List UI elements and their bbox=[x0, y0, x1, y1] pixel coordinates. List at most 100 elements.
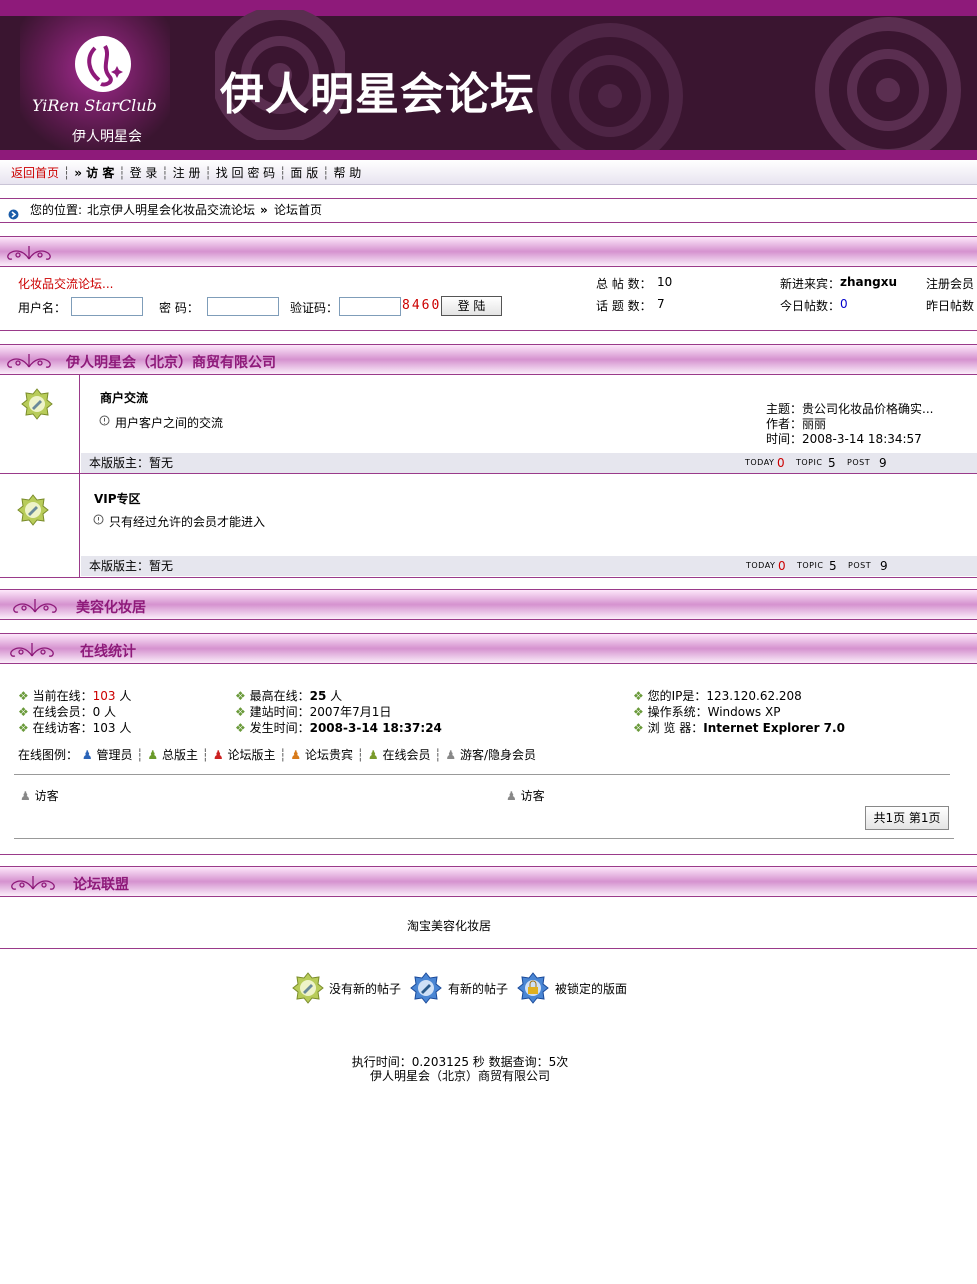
divider bbox=[0, 330, 977, 331]
board-icon-cell bbox=[0, 375, 80, 473]
nav-recover-password-link[interactable]: 找 回 密 码 bbox=[216, 160, 275, 186]
breadcrumb-forum-link[interactable]: 北京伊人明星会化妆品交流论坛 bbox=[87, 199, 255, 222]
legend-new-posts: 有新的帖子 bbox=[448, 982, 509, 996]
nav-help-link[interactable]: 帮 助 bbox=[333, 160, 361, 186]
bullet-icon: ❖ bbox=[633, 689, 644, 703]
board-description: 用户客户之间的交流 bbox=[115, 416, 224, 430]
legend-separator: ┆ bbox=[434, 748, 442, 762]
new-posts-icon bbox=[410, 972, 442, 1004]
guest-icon: ♟ bbox=[445, 748, 457, 762]
beauty-section-title[interactable]: 美容化妆居 bbox=[76, 597, 146, 617]
nav-login-link[interactable]: 登 录 bbox=[130, 160, 158, 186]
topic-label: TOPIC bbox=[797, 561, 824, 570]
info-icon bbox=[93, 514, 104, 528]
category-title[interactable]: 伊人明星会（北京）商贸有限公司 bbox=[66, 352, 276, 372]
topics-label: 话 题 数： bbox=[596, 299, 652, 313]
stat-value: 123.120.62.208 bbox=[706, 689, 802, 703]
nav-separator: ┆ bbox=[322, 166, 330, 180]
site-title: 伊人明星会论坛 bbox=[220, 69, 535, 120]
board-moderator: 本版版主：暂无 bbox=[89, 559, 174, 573]
username-input[interactable] bbox=[71, 297, 143, 316]
legend-label: 在线图例： bbox=[18, 748, 79, 762]
forum-tagline: 化妆品交流论坛... bbox=[18, 277, 114, 291]
ornament-icon bbox=[7, 354, 51, 368]
board-title-link[interactable]: VIP专区 bbox=[94, 490, 141, 507]
forum-board-row: VIP专区 只有经过允许的会员才能进入 本版版主：暂无 TODAY 0 TOPI… bbox=[0, 474, 977, 578]
logo[interactable]: YiRen StarClub 伊人明星会 bbox=[20, 16, 170, 150]
online-user-item[interactable]: ♟ 访客 bbox=[506, 787, 545, 804]
stat-founded: ❖ 建站时间：2007年7月1日 bbox=[235, 703, 391, 720]
stat-value: 103 人 bbox=[92, 721, 132, 735]
password-label: 密 码： bbox=[159, 301, 199, 315]
today-posts-value: 0 bbox=[840, 297, 848, 311]
super-moderator-icon: ♟ bbox=[147, 748, 159, 762]
stat-unit: 人 bbox=[115, 689, 132, 703]
post-label: POST bbox=[848, 561, 872, 570]
online-legend: 在线图例： ♟ 管理员 ┆ ♟ 总版主 ┆ ♟ 论坛版主 ┆ ♟ 论坛贵宾 ┆ … bbox=[18, 746, 536, 763]
stat-value: 0 人 bbox=[92, 705, 117, 719]
newest-member-link[interactable]: zhangxu bbox=[840, 275, 897, 289]
guest-icon: ♟ bbox=[20, 789, 31, 803]
topic-count: 5 bbox=[828, 456, 836, 470]
post-label: POST bbox=[847, 458, 871, 467]
today-posts-label: 今日帖数： bbox=[780, 299, 841, 313]
stat-unit: 人 bbox=[326, 689, 343, 703]
board-title-link[interactable]: 商户交流 bbox=[100, 389, 148, 406]
ornament-icon bbox=[10, 643, 54, 657]
stat-label: 操作系统： bbox=[647, 705, 708, 719]
alliance-title: 论坛联盟 bbox=[73, 877, 129, 893]
captcha-label: 验证码： bbox=[290, 301, 339, 315]
board-icon-cell bbox=[0, 474, 80, 577]
stat-value: 2008-3-14 18:37:24 bbox=[309, 721, 442, 735]
banner-circle-decoration bbox=[815, 17, 961, 150]
no-new-posts-icon bbox=[21, 388, 53, 420]
topic-label: TOPIC bbox=[796, 458, 823, 467]
password-input[interactable] bbox=[207, 297, 279, 316]
legend-separator: ┆ bbox=[279, 748, 287, 762]
legend-no-new-posts: 没有新的帖子 bbox=[329, 982, 402, 996]
nav-home-link[interactable]: 返回首页 bbox=[11, 160, 59, 186]
stat-value: 2007年7月1日 bbox=[309, 705, 392, 719]
stat-label: 建站时间： bbox=[249, 705, 310, 719]
today-label: TODAY bbox=[746, 561, 776, 570]
no-new-posts-icon bbox=[17, 494, 49, 526]
bullet-icon: ❖ bbox=[235, 689, 246, 703]
board-moderator: 本版版主：暂无 bbox=[89, 456, 174, 470]
legend-vip: 论坛贵宾 bbox=[304, 748, 353, 762]
logo-chinese-text: 伊人明星会 bbox=[72, 129, 142, 145]
stat-label: 当前在线： bbox=[32, 689, 93, 703]
pager[interactable]: 共1页 第1页 bbox=[865, 806, 949, 830]
logo-script-text: YiRen StarClub bbox=[32, 96, 157, 115]
legend-separator: ┆ bbox=[136, 748, 144, 762]
total-posts-label: 总 帖 数： bbox=[596, 277, 652, 291]
divider bbox=[14, 774, 950, 775]
online-user-item[interactable]: ♟ 访客 bbox=[20, 787, 59, 804]
stat-ip: ❖ 您的IP是：123.120.62.208 bbox=[633, 687, 802, 704]
post-count: 9 bbox=[879, 456, 887, 470]
bullet-icon: ❖ bbox=[633, 721, 644, 735]
stat-label: 在线访客： bbox=[32, 721, 93, 735]
login-section-header bbox=[0, 236, 977, 267]
stat-os: ❖ 操作系统：Windows XP bbox=[633, 703, 780, 720]
nav-register-link[interactable]: 注 册 bbox=[173, 160, 201, 186]
stat-current-online: ❖ 当前在线：103 人 bbox=[18, 687, 131, 704]
online-stats-header: 在线统计 bbox=[0, 633, 977, 664]
nav-separator: ┆ bbox=[63, 166, 71, 180]
online-stats-title: 在线统计 bbox=[80, 644, 136, 660]
nav-separator: ┆ bbox=[204, 166, 212, 180]
topics-value: 7 bbox=[657, 297, 665, 311]
yesterday-posts-label: 昨日帖数 bbox=[926, 299, 975, 313]
forum-board-row: 商户交流 用户客户之间的交流 主题：贵公司化妆品价格确实... 作者：丽丽 时间… bbox=[0, 375, 977, 474]
registered-members-label: 注册会员 bbox=[926, 277, 975, 291]
moderator-icon: ♟ bbox=[212, 748, 224, 762]
legend-moderator: 论坛版主 bbox=[227, 748, 276, 762]
stat-label: 发生时间： bbox=[249, 721, 310, 735]
alliance-link[interactable]: 淘宝美容化妆居 bbox=[407, 917, 491, 934]
captcha-input[interactable] bbox=[339, 297, 401, 316]
legend-separator: ┆ bbox=[356, 748, 365, 762]
nav-visitor[interactable]: » 访 客 bbox=[74, 160, 114, 186]
login-button[interactable]: 登 陆 bbox=[441, 296, 502, 316]
total-posts-value: 10 bbox=[657, 275, 673, 289]
stat-label: 您的IP是： bbox=[647, 689, 707, 703]
nav-layout-link[interactable]: 面 版 bbox=[290, 160, 318, 186]
